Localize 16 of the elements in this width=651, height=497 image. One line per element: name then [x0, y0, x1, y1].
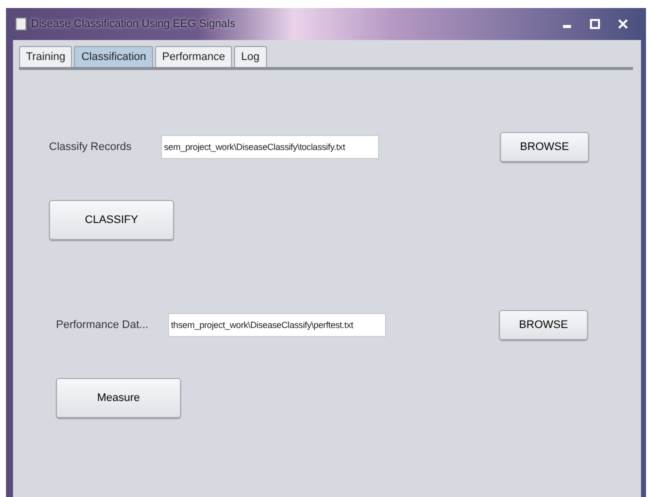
tab[interactable]: Training [19, 46, 72, 67]
file-path-field[interactable]: sem_project_work\DiseaseClassify\toclassify.txt [161, 135, 379, 159]
close-icon[interactable] [617, 19, 629, 29]
action-button[interactable]: CLASSIFY [49, 200, 174, 240]
tab[interactable]: Classification [74, 46, 154, 67]
browse-button[interactable]: BROWSE [499, 310, 588, 340]
window-title: Disease Classification Using EEG Signals [31, 18, 236, 30]
file-path-field[interactable]: thsem_project_work\DiseaseClassify\perftest.txt [168, 313, 386, 337]
field-label: Classify Records [49, 141, 133, 153]
maximize-icon[interactable] [589, 19, 601, 29]
app-icon [15, 17, 27, 31]
tab[interactable]: Performance [155, 46, 232, 67]
action-button[interactable]: Measure [56, 378, 181, 418]
browse-button[interactable]: BROWSE [500, 132, 589, 162]
tab[interactable]: Log [234, 46, 266, 67]
field-label: Performance Dat... [56, 319, 150, 331]
